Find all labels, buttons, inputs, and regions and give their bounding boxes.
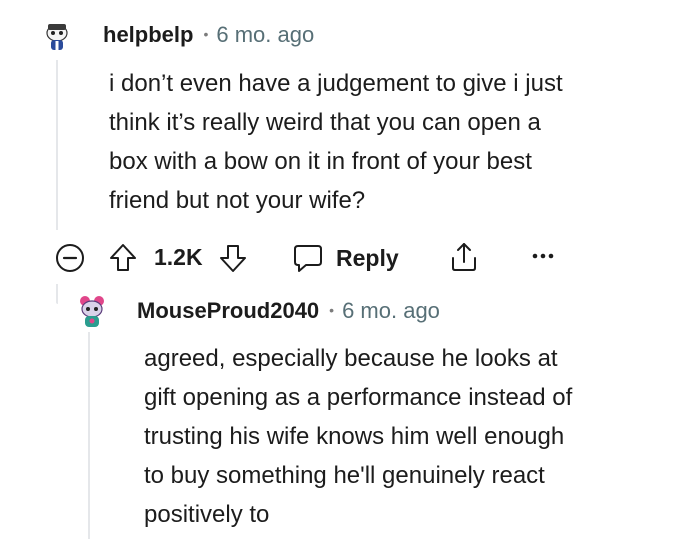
comment-body-line: i don’t even have a judgement to give i … [109,70,563,97]
comment-body-line: box with a bow on it in front of your be… [109,148,532,175]
comment-timestamp[interactable]: 6 mo. ago [216,22,314,48]
mouseproud2040-avatar[interactable] [75,293,109,329]
vote-count: 1.2K [154,244,203,270]
comment-meta: helpbelp • 6 mo. ago [103,22,314,48]
reply-body-line: positively to [144,501,270,528]
reply-meta: MouseProud2040 • 6 mo. ago [137,298,440,324]
reply-timestamp[interactable]: 6 mo. ago [342,298,440,324]
reply-body-line: agreed, especially because he looks at [144,345,558,372]
reply-connector-line [56,284,58,304]
reply-thread-line [88,332,90,539]
reply-button[interactable]: Reply [292,242,399,274]
ellipsis-icon [532,253,554,259]
snoo-avatar-icon [75,294,109,328]
comment-username[interactable]: helpbelp [103,22,193,48]
helpbelp-avatar[interactable] [40,18,74,52]
share-button[interactable] [448,240,480,274]
snoo-avatar-icon [40,18,74,52]
reply-body-line: to buy something he'll genuinely react [144,462,545,489]
more-options-button[interactable] [530,246,556,266]
meta-separator: • [203,26,209,42]
comment-action-bar: 1.2K Reply [52,236,572,280]
reply-label: Reply [336,244,399,271]
speech-bubble-icon [294,245,322,272]
share-icon [452,243,476,271]
arrow-down-icon [220,245,246,272]
comment-thread-line [56,60,58,230]
meta-separator: • [329,302,335,318]
collapse-button[interactable] [54,242,86,274]
reply-username[interactable]: MouseProud2040 [137,298,319,324]
reply-body-line: trusting his wife knows him well enough [144,423,565,450]
downvote-button[interactable] [218,242,248,274]
reply-body: agreed, especially because he looks at g… [144,339,572,534]
arrow-up-icon [110,244,136,271]
comment-body: i don’t even have a judgement to give i … [109,64,563,220]
comment-body-line: think it’s really weird that you can ope… [109,109,541,136]
upvote-button[interactable] [108,242,138,274]
minus-circle-icon [56,244,84,272]
comment-body-line: friend but not your wife? [109,187,366,214]
reply-body-line: gift opening as a performance instead of [144,384,573,411]
